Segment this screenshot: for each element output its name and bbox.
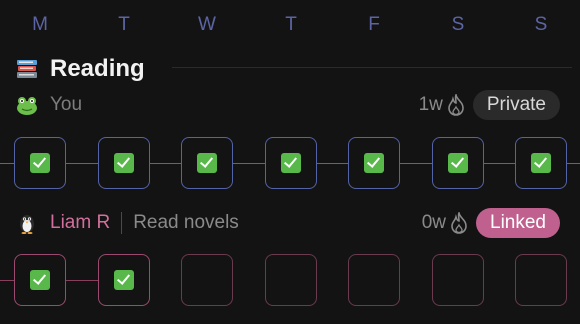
day-checkbox-wed[interactable] xyxy=(181,137,233,189)
track-connector xyxy=(0,163,14,164)
streak-count: 0w xyxy=(421,212,446,233)
weekday-sat: S xyxy=(451,14,465,35)
checkmark-icon xyxy=(30,153,50,173)
weekday-thu: T xyxy=(285,14,297,35)
day-checkbox-fri[interactable] xyxy=(348,137,400,189)
track-connector xyxy=(317,163,348,164)
penguin-avatar xyxy=(20,215,34,234)
weekday-tue: T xyxy=(118,14,130,35)
habit-name: Read novels xyxy=(133,212,239,233)
track-connector xyxy=(400,163,432,164)
books-icon xyxy=(17,60,37,78)
own-habit-row[interactable]: You 1w Private xyxy=(16,88,560,122)
name-divider xyxy=(121,212,123,234)
track-connector xyxy=(567,163,580,164)
track-connector xyxy=(66,280,98,281)
flame-icon xyxy=(448,94,464,116)
track-connector xyxy=(66,163,98,164)
own-week-track xyxy=(0,137,580,191)
day-checkbox-tue[interactable] xyxy=(98,137,150,189)
checkmark-icon xyxy=(531,153,551,173)
flame-icon xyxy=(451,212,467,234)
track-connector xyxy=(0,280,14,281)
track-connector xyxy=(150,163,181,164)
section-divider xyxy=(172,67,572,68)
day-checkbox-thu[interactable] xyxy=(265,137,317,189)
day-checkbox-sat[interactable] xyxy=(432,137,484,189)
day-checkbox-sat[interactable] xyxy=(432,254,484,306)
day-checkbox-fri[interactable] xyxy=(348,254,400,306)
track-connector xyxy=(233,163,265,164)
friend-week-track xyxy=(0,254,580,308)
weekday-mon: M xyxy=(32,14,48,35)
checkmark-icon xyxy=(281,153,301,173)
habit-section-header[interactable]: Reading xyxy=(16,54,145,84)
friend-name[interactable]: Liam R xyxy=(50,212,110,234)
frog-avatar xyxy=(17,97,37,115)
weekday-sun: S xyxy=(534,14,548,35)
section-title: Reading xyxy=(50,55,145,82)
day-checkbox-sun[interactable] xyxy=(515,137,567,189)
user-name: You xyxy=(50,94,83,115)
friend-habit-row[interactable]: Liam R Read novels 0w Linked xyxy=(16,206,560,240)
day-checkbox-tue[interactable] xyxy=(98,254,150,306)
checkmark-icon xyxy=(364,153,384,173)
weekday-wed: W xyxy=(198,14,216,35)
linked-badge[interactable]: Linked xyxy=(476,208,560,238)
day-checkbox-mon[interactable] xyxy=(14,137,66,189)
weekday-fri: F xyxy=(368,14,380,35)
checkmark-icon xyxy=(114,153,134,173)
day-checkbox-sun[interactable] xyxy=(515,254,567,306)
day-checkbox-wed[interactable] xyxy=(181,254,233,306)
day-checkbox-mon[interactable] xyxy=(14,254,66,306)
track-connector xyxy=(484,163,515,164)
checkmark-icon xyxy=(114,270,134,290)
day-checkbox-thu[interactable] xyxy=(265,254,317,306)
checkmark-icon xyxy=(197,153,217,173)
checkmark-icon xyxy=(448,153,468,173)
streak-count: 1w xyxy=(418,94,443,115)
privacy-badge[interactable]: Private xyxy=(472,90,560,120)
checkmark-icon xyxy=(30,270,50,290)
weekday-header: M T W T F S S xyxy=(0,14,580,38)
